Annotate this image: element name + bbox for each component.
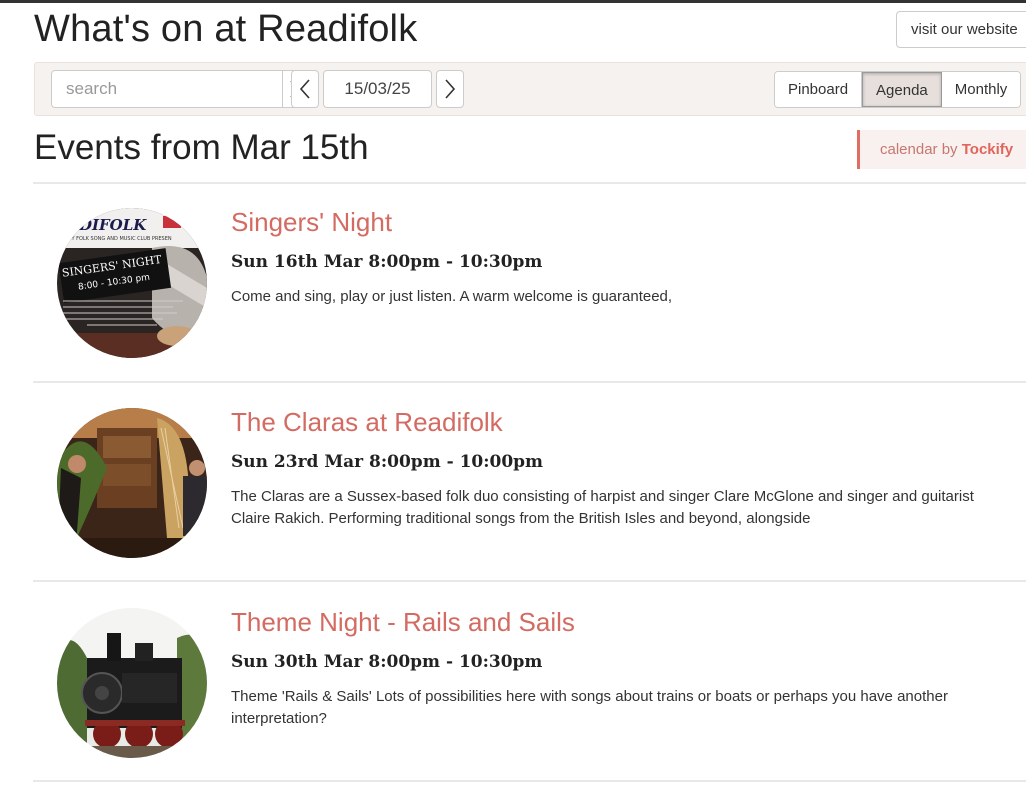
- event-time: Sun 23rd Mar 8:00pm - 10:00pm: [231, 452, 544, 472]
- view-agenda-button[interactable]: Agenda: [862, 72, 942, 107]
- event-description: The Claras are a Sussex-based folk duo c…: [231, 488, 974, 527]
- chevron-right-icon: [445, 79, 456, 99]
- divider: [33, 580, 1026, 582]
- next-date-button[interactable]: [436, 70, 464, 108]
- event-description: Come and sing, play or just listen. A wa…: [231, 288, 673, 305]
- divider: [33, 780, 1026, 782]
- event-thumbnail[interactable]: [57, 608, 207, 758]
- tockify-badge[interactable]: calendar by Tockify: [857, 130, 1026, 169]
- event-item[interactable]: The Claras at Readifolk Sun 23rd Mar 8:0…: [33, 384, 1026, 580]
- poster-brand: DIFOLK: [78, 216, 147, 234]
- top-border: [0, 0, 1026, 3]
- divider: [33, 381, 1026, 383]
- previous-date-button[interactable]: [291, 70, 319, 108]
- calendar-toolbar: 15/03/25 Pinboard Agenda Monthly: [34, 62, 1026, 116]
- search-input[interactable]: [51, 70, 283, 108]
- event-thumbnail[interactable]: [57, 408, 207, 558]
- view-monthly-button[interactable]: Monthly: [941, 72, 1021, 107]
- page-title: What's on at Readifolk: [34, 8, 418, 50]
- event-description: Theme 'Rails & Sails' Lots of possibilit…: [231, 688, 948, 727]
- event-time: Sun 16th Mar 8:00pm - 10:30pm: [231, 252, 543, 272]
- tockify-logo: Tockify: [961, 141, 1014, 158]
- event-time: Sun 30th Mar 8:00pm - 10:30pm: [231, 652, 543, 672]
- event-item[interactable]: DIFOLK KEY FOLK SONG AND MUSIC CLUB PRES…: [33, 184, 1026, 380]
- date-picker[interactable]: 15/03/25: [323, 70, 432, 108]
- event-title[interactable]: Theme Night - Rails and Sails: [231, 607, 575, 638]
- event-item[interactable]: Theme Night - Rails and Sails Sun 30th M…: [33, 584, 1026, 780]
- chevron-left-icon: [299, 79, 310, 99]
- event-thumbnail[interactable]: DIFOLK KEY FOLK SONG AND MUSIC CLUB PRES…: [57, 208, 207, 358]
- visit-website-button[interactable]: visit our website: [896, 11, 1026, 48]
- event-title[interactable]: The Claras at Readifolk: [231, 407, 503, 438]
- view-pinboard-button[interactable]: Pinboard: [775, 72, 863, 107]
- events-heading: Events from Mar 15th: [34, 128, 369, 167]
- badge-prefix: calendar by: [880, 141, 958, 158]
- event-title[interactable]: Singers' Night: [231, 207, 392, 238]
- poster-tagline: KEY FOLK SONG AND MUSIC CLUB PRESEN: [65, 236, 172, 242]
- view-switcher: Pinboard Agenda Monthly: [774, 71, 1022, 108]
